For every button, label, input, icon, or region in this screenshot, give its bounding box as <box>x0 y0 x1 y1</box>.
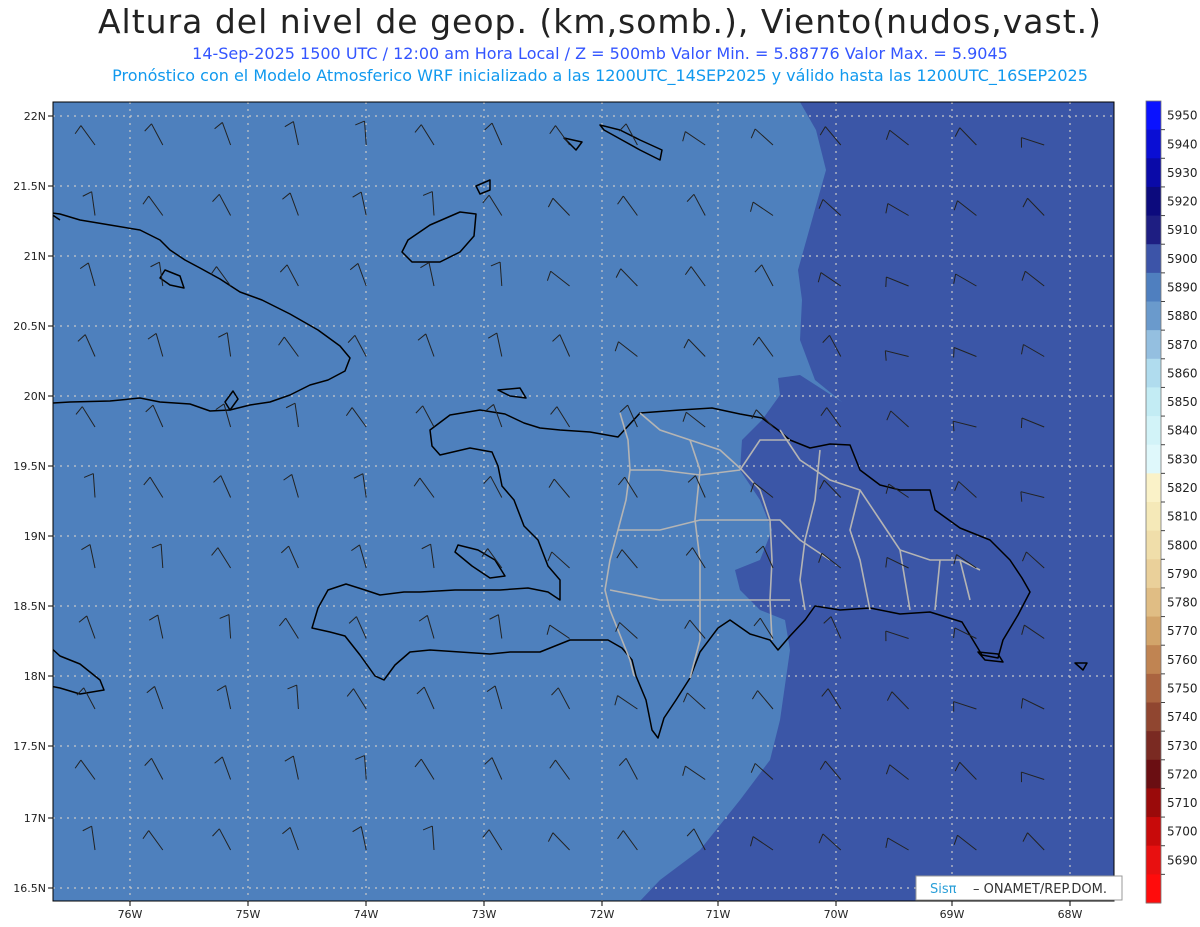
colorbar-swatch <box>1146 301 1161 331</box>
lat-tick-label: 17.5N <box>13 740 46 753</box>
colorbar-level-label: 5760 <box>1167 653 1198 667</box>
colorbar-level-label: 5850 <box>1167 395 1198 409</box>
colorbar-swatch <box>1146 645 1161 675</box>
colorbar-level-label: 5810 <box>1167 510 1198 524</box>
lon-tick-label: 74W <box>354 908 379 921</box>
lat-tick-label: 18.5N <box>13 600 46 613</box>
lon-tick-label: 72W <box>590 908 615 921</box>
colorbar-level-label: 5940 <box>1167 137 1198 151</box>
colorbar-swatch <box>1146 387 1161 417</box>
colorbar-swatch <box>1146 444 1161 474</box>
colorbar-swatch <box>1146 158 1161 188</box>
credit-box: Sisπ – ONAMET/REP.DOM. <box>915 875 1123 901</box>
colorbar-swatch <box>1146 845 1161 875</box>
colorbar-swatch <box>1146 129 1161 159</box>
colorbar-swatch <box>1146 817 1161 847</box>
lat-tick-label: 19.5N <box>13 460 46 473</box>
lon-tick-label: 71W <box>706 908 731 921</box>
colorbar-legend: 5950 5940 5930 5920 5910 5900 5890 5880 5870 5860… <box>1145 100 1198 904</box>
lon-tick-label: 75W <box>236 908 261 921</box>
colorbar-level-label: 5820 <box>1167 481 1198 495</box>
colorbar-level-label: 5690 <box>1167 853 1198 867</box>
colorbar-swatch <box>1146 673 1161 703</box>
colorbar-swatch <box>1146 473 1161 503</box>
map-figure: 22N 21.5N 21N 20.5N 20N 19.5N 19N 18.5N 18N 17.5N… <box>13 100 1198 921</box>
lat-tick-label: 17N <box>24 812 46 825</box>
colorbar-level-label: 5790 <box>1167 567 1198 581</box>
colorbar-level-label: 5920 <box>1167 195 1198 209</box>
lat-tick-label: 20.5N <box>13 320 46 333</box>
colorbar-level-label: 5830 <box>1167 452 1198 466</box>
colorbar-level-label: 5840 <box>1167 424 1198 438</box>
colorbar-level-label: 5950 <box>1167 109 1198 123</box>
colorbar-swatch <box>1146 416 1161 446</box>
colorbar-level-label: 5900 <box>1167 252 1198 266</box>
colorbar-swatch <box>1146 702 1161 732</box>
colorbar-swatch <box>1146 874 1161 904</box>
colorbar-level-label: 5710 <box>1167 796 1198 810</box>
colorbar-swatch <box>1146 244 1161 274</box>
lat-tick-label: 19N <box>24 530 46 543</box>
colorbar-level-label: 5720 <box>1167 767 1198 781</box>
lon-tick-label: 70W <box>824 908 849 921</box>
colorbar-swatch <box>1146 587 1161 618</box>
colorbar-swatch <box>1146 530 1161 560</box>
longitude-axis: 76W 75W 74W 73W 72W 71W 70W 69W 68W <box>118 901 1083 921</box>
colorbar-level-label: 5750 <box>1167 682 1198 696</box>
colorbar-level-label: 5770 <box>1167 624 1198 638</box>
colorbar-level-label: 5730 <box>1167 739 1198 753</box>
lon-tick-label: 68W <box>1058 908 1083 921</box>
credit-label: – ONAMET/REP.DOM. <box>973 882 1107 897</box>
lon-tick-label: 73W <box>472 908 497 921</box>
colorbar-level-label: 5780 <box>1167 596 1198 610</box>
colorbar-level-label: 5930 <box>1167 166 1198 180</box>
latitude-axis: 22N 21.5N 21N 20.5N 20N 19.5N 19N 18.5N 18N 17.5N… <box>13 110 53 895</box>
lat-tick-label: 18N <box>24 670 46 683</box>
colorbar-level-label: 5910 <box>1167 223 1198 237</box>
colorbar-level-label: 5740 <box>1167 710 1198 724</box>
colorbar-swatch <box>1146 215 1161 245</box>
colorbar-swatch <box>1146 731 1161 761</box>
colorbar-swatch <box>1146 502 1161 532</box>
sisp-logo-text: Sisπ <box>930 882 957 897</box>
lat-tick-label: 22N <box>24 110 46 123</box>
colorbar-level-label: 5870 <box>1167 338 1198 352</box>
colorbar-swatch <box>1146 616 1161 646</box>
lat-tick-label: 16.5N <box>13 882 46 895</box>
map-plot-area <box>53 102 1114 901</box>
colorbar-swatch <box>1146 330 1161 360</box>
colorbar-swatch <box>1146 272 1161 302</box>
colorbar-level-label: 5700 <box>1167 825 1198 839</box>
colorbar-swatch <box>1146 101 1161 131</box>
lat-tick-label: 21.5N <box>13 180 46 193</box>
colorbar-swatch <box>1146 186 1161 217</box>
lon-tick-label: 76W <box>118 908 143 921</box>
lat-tick-label: 20N <box>24 390 46 403</box>
colorbar-level-label: 5800 <box>1167 538 1198 552</box>
colorbar-level-label: 5880 <box>1167 309 1198 323</box>
colorbar-level-label: 5890 <box>1167 281 1198 295</box>
lon-tick-label: 69W <box>940 908 965 921</box>
colorbar-level-label: 5860 <box>1167 366 1198 380</box>
colorbar-swatch <box>1146 559 1161 589</box>
colorbar-swatch <box>1146 358 1161 388</box>
colorbar-swatch <box>1146 759 1161 789</box>
lat-tick-label: 21N <box>24 250 46 263</box>
colorbar-swatch <box>1146 788 1161 818</box>
